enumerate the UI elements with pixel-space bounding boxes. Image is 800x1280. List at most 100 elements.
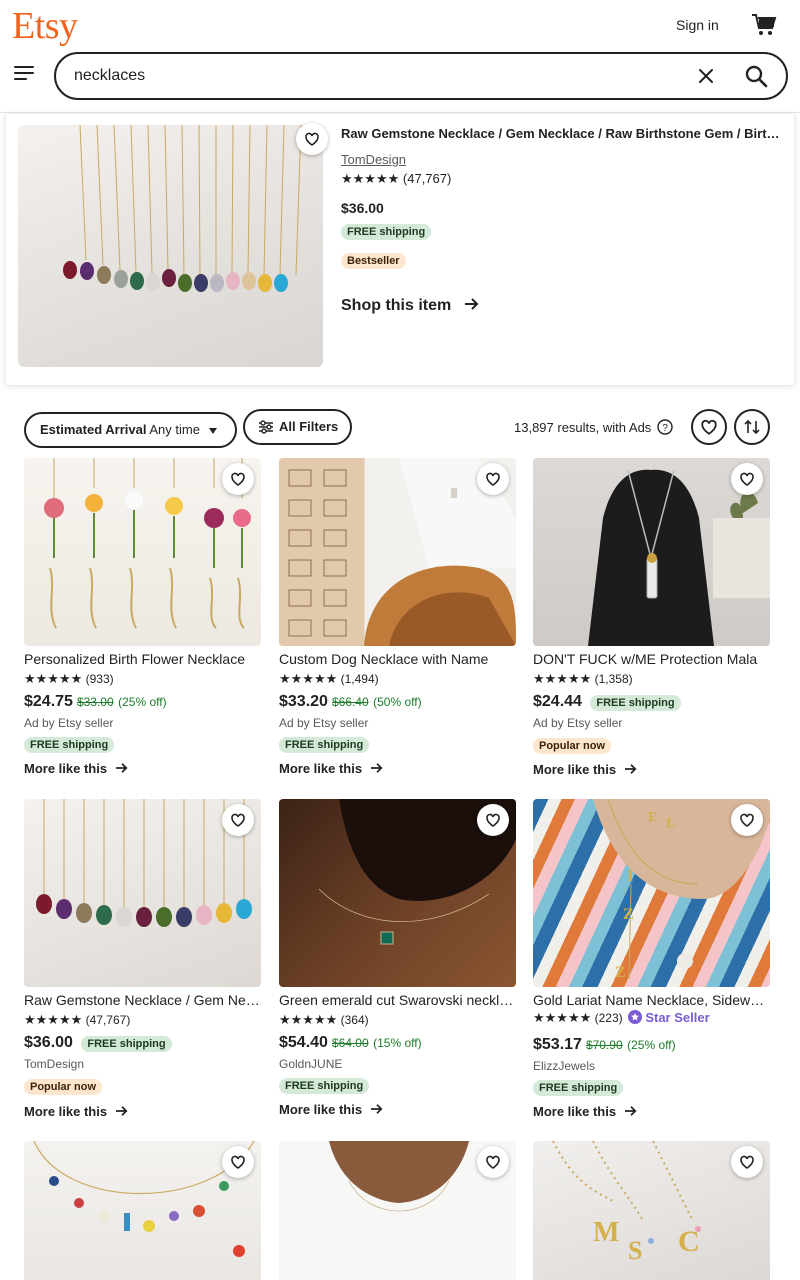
more-like-this-link[interactable]: More like this	[24, 761, 129, 776]
listing-rating: ★★★★★ (933)	[24, 671, 114, 687]
free-shipping-badge: FREE shipping	[279, 1078, 370, 1094]
seller-label: Ad by Etsy seller	[24, 716, 114, 730]
arrow-right-icon	[464, 298, 479, 310]
discount: (25% off)	[118, 695, 167, 709]
caret-down-icon	[208, 428, 217, 434]
listing-title[interactable]: Gold Lariat Name Necklace, Sideways Init…	[533, 992, 770, 1008]
listing-price: $36.00	[24, 1034, 73, 1051]
more-like-this-link[interactable]: More like this	[279, 1102, 384, 1117]
heart-icon	[740, 1155, 754, 1169]
more-like-this-link[interactable]: More like this	[533, 1104, 638, 1119]
svg-text:Z: Z	[615, 964, 626, 981]
favorite-button[interactable]	[222, 463, 254, 495]
popular-now-badge: Popular now	[24, 1079, 102, 1095]
featured-listing-image[interactable]	[18, 125, 323, 367]
header-divider	[0, 112, 800, 113]
original-price: $70.90	[585, 1038, 623, 1052]
save-search-button[interactable]	[691, 409, 727, 445]
arrow-right-icon	[625, 764, 637, 774]
review-count: (223)	[594, 1011, 623, 1025]
search-button[interactable]	[740, 60, 772, 92]
svg-text:M: M	[593, 1217, 619, 1248]
listing-price-row: $24.75 $33.00 (25% off)	[24, 693, 167, 711]
favorite-button[interactable]	[731, 804, 763, 836]
featured-shop-name[interactable]: TomDesign	[341, 152, 406, 167]
favorite-button[interactable]	[477, 804, 509, 836]
listing-price-row: $53.17 $70.90 (25% off)	[533, 1036, 676, 1054]
listing-price-row: $33.20 $66.40 (50% off)	[279, 693, 422, 711]
listing-title[interactable]: Green emerald cut Swarovski necklace	[279, 992, 516, 1008]
star-seller-label: Star Seller	[645, 1010, 710, 1025]
listing-title[interactable]: DON'T FUCK w/ME Protection Mala	[533, 651, 770, 667]
favorite-button[interactable]	[477, 1146, 509, 1178]
favorite-button[interactable]	[222, 1146, 254, 1178]
more-like-this-label: More like this	[24, 1104, 108, 1119]
listing-title[interactable]: Raw Gemstone Necklace / Gem Necklace	[24, 992, 261, 1008]
etsy-logo[interactable]: Etsy	[12, 4, 78, 48]
star-rating: ★★★★★	[279, 671, 338, 686]
listing-title[interactable]: Custom Dog Necklace with Name	[279, 651, 516, 667]
review-count: (1,494)	[340, 672, 379, 686]
review-count: (933)	[85, 672, 114, 686]
listing-card[interactable]	[279, 1141, 516, 1280]
favorite-button[interactable]	[477, 463, 509, 495]
filters-icon	[259, 420, 273, 434]
favorite-button[interactable]	[731, 1146, 763, 1178]
star-rating: ★★★★★	[533, 671, 592, 686]
listing-price: $54.40	[279, 1034, 328, 1051]
menu-icon[interactable]	[14, 66, 34, 84]
favorite-button[interactable]	[222, 804, 254, 836]
sort-button[interactable]	[734, 409, 770, 445]
free-shipping-badge: FREE shipping	[590, 695, 681, 711]
shop-this-item-label: Shop this item	[341, 297, 452, 314]
favorite-button[interactable]	[296, 123, 328, 155]
discount: (50% off)	[373, 695, 422, 709]
more-like-this-link[interactable]: More like this	[533, 762, 638, 777]
featured-title[interactable]: Raw Gemstone Necklace / Gem Necklace / R…	[341, 126, 781, 141]
listing-card[interactable]	[24, 1141, 261, 1280]
more-like-this-link[interactable]: More like this	[279, 761, 384, 776]
help-icon: ?	[657, 419, 673, 435]
seller-name[interactable]: GoldnJUNE	[279, 1057, 342, 1071]
arrow-right-icon	[371, 1104, 383, 1114]
free-shipping-badge: FREE shipping	[341, 224, 432, 240]
featured-rating: ★★★★★ (47,767)	[341, 171, 451, 187]
free-shipping-badge: FREE shipping	[279, 737, 370, 753]
seller-label: Ad by Etsy seller	[279, 716, 369, 730]
clear-search-icon[interactable]	[696, 66, 716, 86]
more-like-this-label: More like this	[279, 761, 363, 776]
estimated-arrival-filter[interactable]: Estimated Arrival Any time	[24, 412, 237, 448]
listing-price: $24.44	[533, 693, 582, 710]
heart-icon	[486, 1155, 500, 1169]
featured-price: $36.00	[341, 200, 384, 216]
cart-icon[interactable]	[751, 13, 777, 37]
search-input[interactable]	[74, 54, 654, 98]
shop-this-item-link[interactable]: Shop this item	[341, 297, 480, 315]
star-seller-icon	[627, 1010, 642, 1024]
listing-price-row: $24.44 FREE shipping	[533, 693, 681, 711]
listing-rating: ★★★★★ (1,358)	[533, 671, 633, 687]
seller-name[interactable]: ElizzJewels	[533, 1059, 595, 1073]
heart-icon	[231, 1155, 245, 1169]
review-count: (364)	[340, 1013, 369, 1027]
listing-card[interactable]: MSC	[533, 1141, 770, 1280]
listing-title[interactable]: Personalized Birth Flower Necklace	[24, 651, 261, 667]
more-like-this-link[interactable]: More like this	[24, 1104, 129, 1119]
more-like-this-label: More like this	[533, 1104, 617, 1119]
all-filters-button[interactable]: All Filters	[243, 409, 352, 445]
sign-in-link[interactable]: Sign in	[676, 17, 719, 33]
favorite-button[interactable]	[731, 463, 763, 495]
heart-icon	[231, 813, 245, 827]
listing-price-row: $36.00 FREE shipping	[24, 1034, 172, 1052]
all-filters-label: All Filters	[279, 419, 339, 434]
results-count-text: 13,897 results, with Ads	[514, 420, 652, 435]
seller-name[interactable]: TomDesign	[24, 1057, 84, 1071]
listing-rating: ★★★★★ (223) Star Seller	[533, 1010, 710, 1026]
svg-text:I: I	[627, 868, 633, 885]
listing-price: $53.17	[533, 1036, 582, 1053]
listing-price-row: $54.40 $64.00 (15% off)	[279, 1034, 422, 1052]
listing-price: $24.75	[24, 693, 73, 710]
star-rating: ★★★★★	[533, 1010, 592, 1025]
arrow-right-icon	[116, 1106, 128, 1116]
featured-listing[interactable]: Raw Gemstone Necklace / Gem Necklace / R…	[6, 114, 794, 385]
